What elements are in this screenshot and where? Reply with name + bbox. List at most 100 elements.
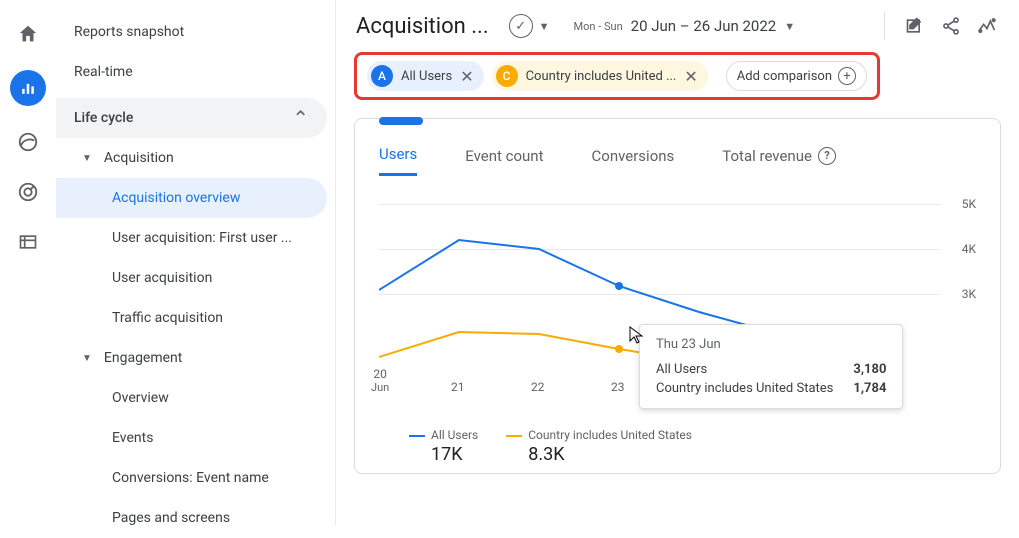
insights-icon[interactable] [975,14,999,38]
tab-event-count[interactable]: Event count [465,135,543,176]
legend-item-country: Country includes United States 8.3K [506,428,692,465]
sidebar-item-reports-snapshot[interactable]: Reports snapshot [56,12,327,52]
sidebar: Reports snapshot Real-time Life cycle ⌃ … [56,0,336,525]
sidebar-group-acquisition[interactable]: ▼ Acquisition [56,138,327,178]
chart-card: Users Event count Conversions Total reve… [354,118,1001,474]
tab-label: Event count [465,147,543,165]
tooltip-label: Country includes United States [656,381,833,396]
page-title: Acquisition ... [356,14,489,39]
tooltip-row: Country includes United States 1,784 [656,381,886,396]
header: Acquisition ... ✓ ▼ Mon - Sun 20 Jun – 2… [336,0,1019,52]
chip-label: Country includes United ... [526,69,677,84]
sidebar-item-events[interactable]: Events [56,418,327,458]
sidebar-item-conversions[interactable]: Conversions: Event name [56,458,327,498]
sidebar-section-lifecycle[interactable]: Life cycle ⌃ [56,98,327,138]
chart-area[interactable]: 5K 4K 3K 20 Jun 21 22 23 Thu 23 Jun All [379,194,976,424]
y-tick: 3K [962,287,976,301]
legend-total: 8.3K [506,444,692,465]
legend-label: All Users [431,428,478,442]
sidebar-item-label: Real-time [74,64,133,80]
caret-down-icon: ▼ [82,153,92,164]
help-icon[interactable]: ? [818,147,836,165]
y-tick: 4K [962,242,976,256]
sidebar-item-realtime[interactable]: Real-time [56,52,327,92]
share-icon[interactable] [939,14,963,38]
chip-label: All Users [401,69,452,84]
x-tick-sub: Jun [371,381,389,394]
filter-chip-all-users[interactable]: A All Users ✕ [367,61,484,91]
sidebar-item-pages-screens[interactable]: Pages and screens [56,498,327,538]
icon-rail [0,0,56,525]
sidebar-item-label: Engagement [104,350,182,366]
chart-tooltip: Thu 23 Jun All Users 3,180 Country inclu… [639,324,903,409]
sidebar-item-user-acquisition-first[interactable]: User acquisition: First user ... [56,218,327,258]
sidebar-item-label: Overview [112,390,169,406]
tab-label: Conversions [592,147,675,165]
tab-label: Total revenue [722,147,812,165]
x-tick: 21 [451,380,465,394]
add-comparison-label: Add comparison [737,69,832,84]
home-icon[interactable] [14,20,42,48]
sidebar-item-label: Events [112,430,153,446]
x-tick: 20 Jun [371,367,389,394]
sidebar-item-label: Reports snapshot [74,24,184,40]
legend-item-all-users: All Users 17K [409,428,478,465]
sidebar-item-label: Life cycle [74,110,133,126]
chip-badge-c: C [496,65,518,87]
metric-tabs: Users Event count Conversions Total reve… [379,135,976,176]
sidebar-item-label: User acquisition [112,270,212,286]
comparison-filters: A All Users ✕ C Country includes United … [354,52,880,100]
date-range-picker[interactable]: Mon - Sun 20 Jun – 26 Jun 2022 ▼ [574,17,796,35]
x-tick: 23 [611,380,625,394]
status-dropdown-caret[interactable]: ▼ [539,20,550,33]
legend-label: Country includes United States [528,428,692,442]
explore-icon[interactable] [14,128,42,156]
sidebar-item-label: User acquisition: First user ... [112,230,292,246]
legend-swatch [506,435,522,437]
sidebar-item-acquisition-overview[interactable]: Acquisition overview [56,178,327,218]
sidebar-item-label: Acquisition overview [112,190,240,206]
tooltip-label: All Users [656,362,707,377]
tab-label: Users [379,145,417,163]
advertising-icon[interactable] [14,178,42,206]
tooltip-value: 1,784 [853,381,886,396]
edit-icon[interactable] [903,14,927,38]
chip-badge-a: A [371,65,393,87]
tooltip-row: All Users 3,180 [656,362,886,377]
sidebar-item-overview[interactable]: Overview [56,378,327,418]
add-comparison-button[interactable]: Add comparison + [726,61,867,91]
active-indicator [379,117,423,125]
y-tick: 5K [962,197,976,211]
x-tick-main: 20 [373,367,387,381]
status-check-icon[interactable]: ✓ [509,14,533,38]
tooltip-value: 3,180 [853,362,886,377]
chevron-up-icon: ⌃ [292,106,309,130]
close-icon[interactable]: ✕ [460,67,473,86]
tab-total-revenue[interactable]: Total revenue ? [722,135,836,176]
sidebar-item-label: Acquisition [104,150,174,166]
caret-down-icon: ▼ [82,353,92,364]
sidebar-group-engagement[interactable]: ▼ Engagement [56,338,327,378]
configure-icon[interactable] [14,228,42,256]
reports-icon[interactable] [10,70,46,106]
sidebar-item-label: Traffic acquisition [112,310,223,326]
tab-conversions[interactable]: Conversions [592,135,675,176]
sidebar-item-label: Pages and screens [112,510,230,526]
legend-total: 17K [409,444,478,465]
sidebar-item-traffic-acquisition[interactable]: Traffic acquisition [56,298,327,338]
caret-down-icon: ▼ [784,20,795,33]
legend-swatch [409,435,425,437]
sidebar-item-label: Conversions: Event name [112,470,269,486]
filter-chip-country[interactable]: C Country includes United ... ✕ [492,61,708,91]
sidebar-item-user-acquisition[interactable]: User acquisition [56,258,327,298]
main: Acquisition ... ✓ ▼ Mon - Sun 20 Jun – 2… [336,0,1019,525]
divider [884,12,885,40]
date-text: 20 Jun – 26 Jun 2022 [631,17,777,35]
tooltip-date: Thu 23 Jun [656,337,886,352]
plus-icon: + [838,67,856,85]
chart-legend: All Users 17K Country includes United St… [379,428,976,465]
close-icon[interactable]: ✕ [684,67,697,86]
x-tick: 22 [531,380,545,394]
date-prefix: Mon - Sun [574,20,623,33]
tab-users[interactable]: Users [379,135,417,176]
